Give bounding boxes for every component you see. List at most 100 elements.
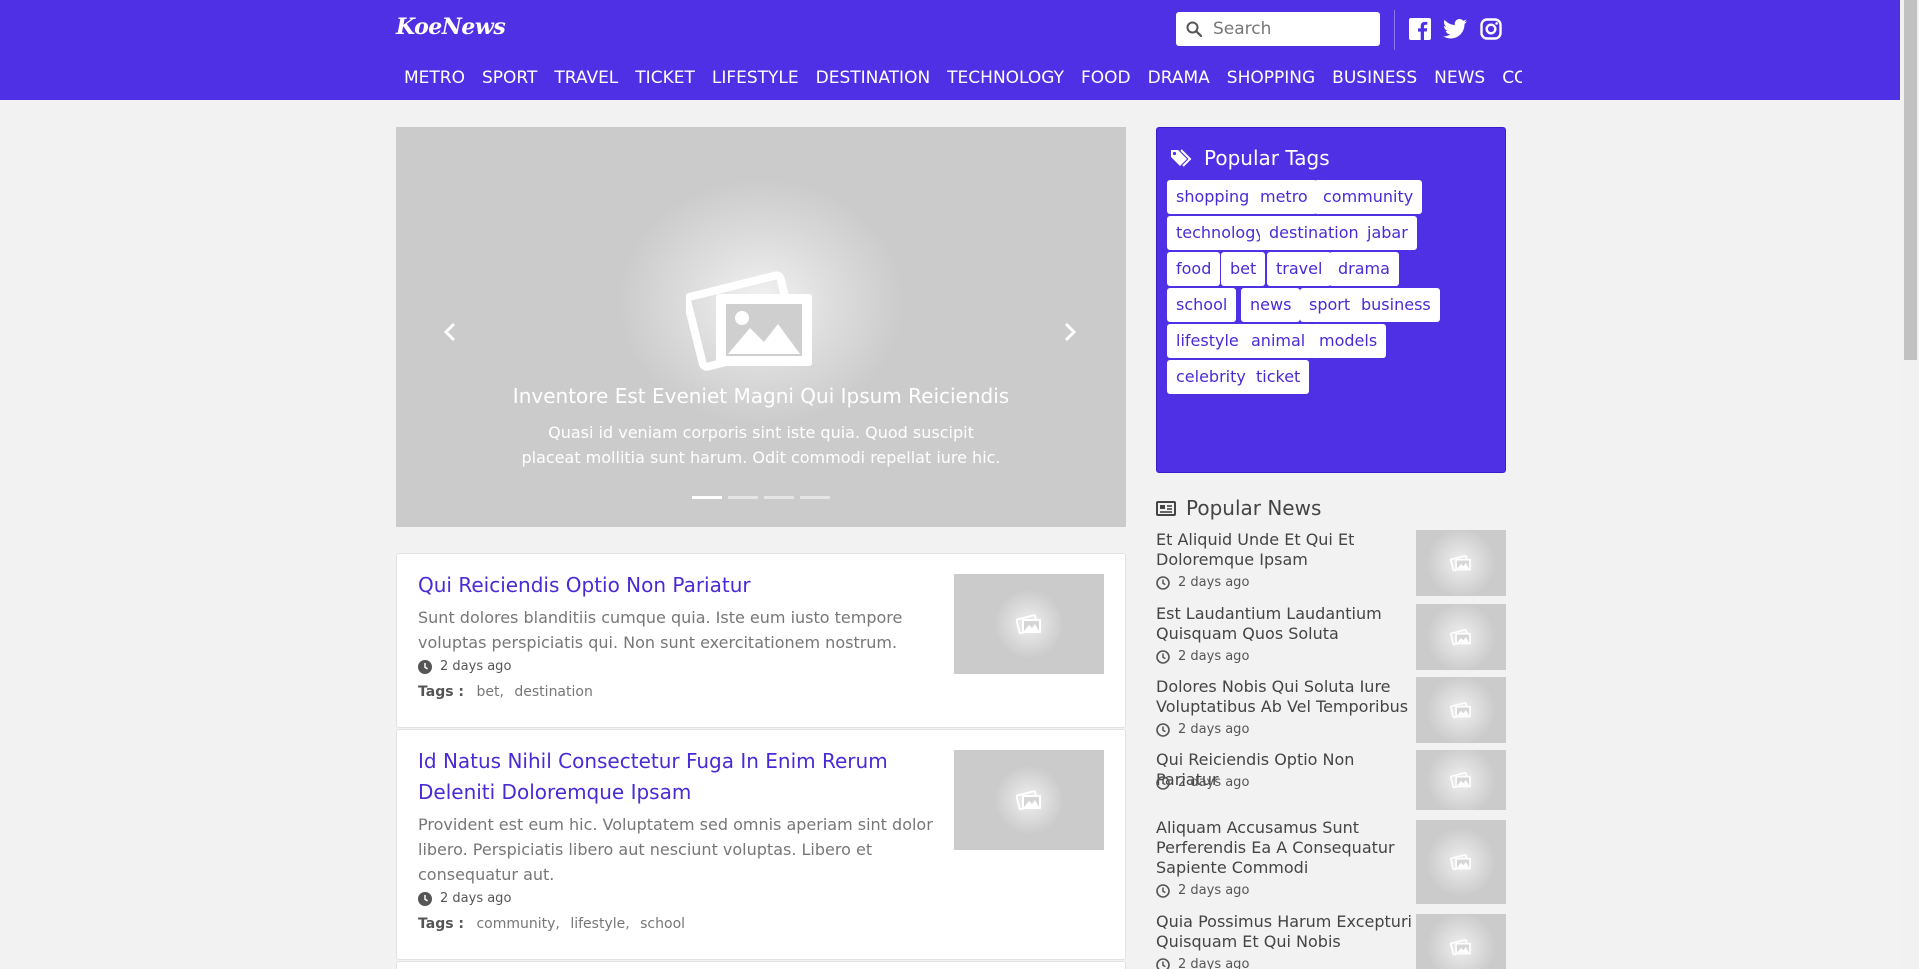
popular-news-title-text[interactable]: Aliquam Accusamus Sunt Perferendis Ea A … — [1156, 818, 1416, 878]
article-title[interactable]: Qui Reiciendis Optio Non Pariatur — [418, 570, 948, 601]
clock-icon — [1156, 722, 1170, 737]
nav-item-destination[interactable]: DESTINATION — [816, 60, 931, 96]
popular-news-title-text[interactable]: Est Laudantium Laudantium Quisquam Quos … — [1156, 604, 1416, 644]
carousel-indicator[interactable] — [764, 496, 794, 499]
popular-news-title-text[interactable]: Dolores Nobis Qui Soluta Iure Voluptatib… — [1156, 677, 1416, 717]
article-tag[interactable]: bet, — [476, 684, 503, 700]
site-logo[interactable]: KoeNews — [396, 14, 506, 40]
article-thumbnail[interactable] — [954, 574, 1104, 674]
tag-pill-destination[interactable]: destination — [1260, 216, 1368, 250]
carousel-next-button[interactable] — [1058, 317, 1082, 347]
nav-item-ticket[interactable]: TICKET — [635, 60, 695, 96]
hero-description: Quasi id veniam corporis sint iste quia.… — [521, 423, 1001, 467]
article-card: Id Natus Nihil Consectetur Fuga In Enim … — [396, 729, 1126, 960]
tag-pill-news[interactable]: news — [1241, 288, 1301, 322]
image-placeholder-icon — [1450, 555, 1471, 572]
tag-pill-animal[interactable]: animal — [1242, 324, 1315, 358]
popular-news-thumbnail[interactable] — [1416, 604, 1506, 670]
popular-news-thumbnail[interactable] — [1416, 750, 1506, 810]
tag-pill-metro[interactable]: metro — [1251, 180, 1317, 214]
nav-item-community[interactable]: COMMUNITY — [1502, 60, 1522, 96]
search-box[interactable] — [1176, 12, 1380, 46]
tag-pill-jabar[interactable]: jabar — [1358, 216, 1417, 250]
tag-pill-school[interactable]: school — [1167, 288, 1237, 322]
tag-pill-technology[interactable]: technology — [1167, 216, 1274, 250]
tag-pill-celebrity[interactable]: celebrity — [1167, 360, 1255, 394]
popular-news-time-text: 2 days ago — [1178, 722, 1250, 737]
main-nav: METRO SPORT TRAVEL TICKET LIFESTYLE DESTINATI… — [396, 60, 1522, 98]
search-icon — [1186, 21, 1202, 37]
nav-item-technology[interactable]: TECHNOLOGY — [947, 60, 1064, 96]
popular-news-time-text: 2 days ago — [1178, 957, 1250, 969]
hero-carousel[interactable]: Inventore Est Eveniet Magni Qui Ipsum Re… — [396, 127, 1126, 527]
popular-news-title-text[interactable]: Et Aliquid Unde Et Qui Et Doloremque Ips… — [1156, 530, 1416, 570]
tag-pill-travel[interactable]: travel — [1267, 252, 1332, 286]
article-tag[interactable]: lifestyle, — [570, 916, 629, 932]
tag-pill-ticket[interactable]: ticket — [1247, 360, 1310, 394]
popular-news-time-text: 2 days ago — [1178, 775, 1250, 790]
nav-item-metro[interactable]: METRO — [404, 60, 465, 96]
popular-news-thumbnail[interactable] — [1416, 530, 1506, 596]
image-placeholder-icon — [1450, 702, 1471, 719]
article-thumbnail[interactable] — [954, 750, 1104, 850]
carousel-prev-button[interactable] — [438, 317, 462, 347]
nav-item-drama[interactable]: DRAMA — [1148, 60, 1210, 96]
article-tag[interactable]: community, — [476, 916, 559, 932]
popular-news-time: 2 days ago — [1156, 722, 1249, 737]
tags-label: Tags : — [418, 916, 465, 932]
tag-pill-shopping[interactable]: shopping — [1167, 180, 1259, 214]
tag-pill-food[interactable]: food — [1167, 252, 1221, 286]
facebook-icon[interactable] — [1408, 17, 1432, 41]
tags-icon — [1171, 149, 1192, 167]
tag-pill-bet[interactable]: bet — [1221, 252, 1266, 286]
article-title[interactable]: Id Natus Nihil Consectetur Fuga In Enim … — [418, 746, 948, 808]
popular-news-time: 2 days ago — [1156, 575, 1249, 590]
tag-pill-sport[interactable]: sport — [1300, 288, 1360, 322]
clock-icon — [1156, 775, 1170, 790]
carousel-indicator[interactable] — [692, 496, 722, 499]
popular-tags-panel: Popular Tags shopping metro community techn… — [1156, 127, 1506, 473]
article-tag[interactable]: destination — [514, 684, 592, 700]
nav-item-travel[interactable]: TRAVEL — [554, 60, 618, 96]
search-input[interactable] — [1213, 19, 1373, 39]
clock-icon — [418, 891, 432, 906]
page-scrollbar[interactable] — [1902, 0, 1919, 969]
article-card — [396, 961, 1126, 969]
twitter-icon[interactable] — [1443, 17, 1467, 41]
divider — [1394, 10, 1395, 50]
popular-news-time: 2 days ago — [1156, 883, 1249, 898]
popular-news-thumbnail[interactable] — [1416, 677, 1506, 743]
article-time: 2 days ago — [418, 891, 511, 906]
tag-pill-drama[interactable]: drama — [1329, 252, 1399, 286]
image-placeholder-icon — [1450, 772, 1471, 789]
tag-pill-business[interactable]: business — [1352, 288, 1440, 322]
scrollbar-thumb[interactable] — [1904, 0, 1917, 360]
carousel-indicator[interactable] — [800, 496, 830, 499]
popular-news-thumbnail[interactable] — [1416, 820, 1506, 904]
image-placeholder-icon — [1450, 939, 1471, 956]
tag-pill-lifestyle[interactable]: lifestyle — [1167, 324, 1248, 358]
tag-pill-models[interactable]: models — [1310, 324, 1387, 358]
nav-item-shopping[interactable]: SHOPPING — [1227, 60, 1315, 96]
instagram-icon[interactable] — [1479, 17, 1503, 41]
article-time-text: 2 days ago — [440, 659, 512, 674]
popular-news-title-text[interactable]: Quia Possimus Harum Excepturi Quisquam E… — [1156, 912, 1416, 952]
nav-item-news[interactable]: NEWS — [1434, 60, 1485, 96]
hero-title[interactable]: Inventore Est Eveniet Magni Qui Ipsum Re… — [396, 384, 1126, 408]
nav-item-food[interactable]: FOOD — [1081, 60, 1131, 96]
popular-tags-heading: Popular Tags — [1170, 146, 1330, 170]
clock-icon — [1156, 883, 1170, 898]
article-description: Provident est eum hic. Voluptatem sed om… — [418, 815, 933, 884]
nav-item-business[interactable]: BUSINESS — [1332, 60, 1417, 96]
popular-news-thumbnail[interactable] — [1416, 914, 1506, 969]
popular-news-time: 2 days ago — [1156, 957, 1249, 969]
article-tag[interactable]: school — [640, 916, 685, 932]
popular-tags-title: Popular Tags — [1204, 146, 1330, 170]
tag-pill-community[interactable]: community — [1314, 180, 1423, 214]
nav-item-sport[interactable]: SPORT — [482, 60, 537, 96]
article-tags: Tags : bet, destination — [418, 684, 595, 700]
popular-news-time-text: 2 days ago — [1178, 575, 1250, 590]
popular-news-time-text: 2 days ago — [1178, 649, 1250, 664]
carousel-indicator[interactable] — [728, 496, 758, 499]
nav-item-lifestyle[interactable]: LIFESTYLE — [712, 60, 799, 96]
